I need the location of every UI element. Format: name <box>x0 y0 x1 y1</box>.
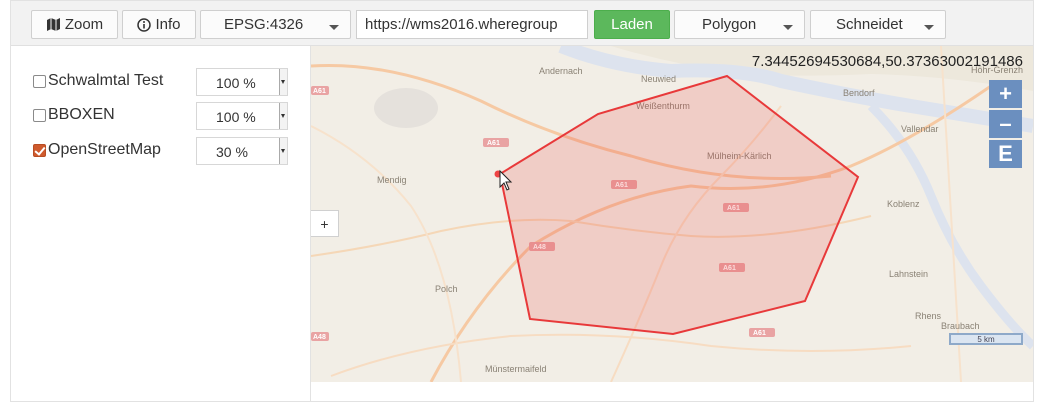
geometry-value: Polygon <box>702 16 757 33</box>
zoom-out-label: – <box>999 111 1012 136</box>
map-place-label: Bendorf <box>843 88 875 98</box>
info-button[interactable]: Info <box>122 10 196 39</box>
crs-select[interactable]: EPSG:4326 <box>200 10 351 39</box>
map-place-label: Andernach <box>539 66 583 76</box>
layer-name: OpenStreetMap <box>48 141 161 158</box>
scale-bar: 5 km <box>949 333 1023 345</box>
layer-name: BBOXEN <box>48 106 115 123</box>
map-view[interactable]: A61 A61 A61 A61 A48 A61 A61 A48 Andernac… <box>311 46 1033 382</box>
geometry-select[interactable]: Polygon <box>674 10 805 39</box>
opacity-stepper[interactable]: 100 % <box>196 102 288 130</box>
opacity-stepper[interactable]: 30 % <box>196 137 288 165</box>
chevron-down-icon <box>329 25 339 30</box>
map-place-label: Braubach <box>941 321 980 331</box>
opacity-value: 100 % <box>216 109 256 125</box>
layer-checkbox[interactable] <box>33 75 46 88</box>
map-road-label: A61 <box>753 330 766 337</box>
zoom-in-button[interactable]: + <box>989 80 1022 108</box>
map-icon <box>46 18 60 31</box>
map-place-label: Rhens <box>915 311 942 321</box>
chevron-down-icon <box>783 25 793 30</box>
stepper-arrows[interactable] <box>279 103 287 129</box>
stepper-arrows[interactable] <box>279 138 287 164</box>
map-place-label: Lahnstein <box>889 269 928 279</box>
map-place-label: Neuwied <box>641 74 676 84</box>
zoom-extent-button[interactable]: E <box>989 140 1022 168</box>
chevron-down-icon <box>924 25 934 30</box>
wms-url-value: https://wms2016.wheregroup <box>365 16 558 33</box>
map-road-label: A61 <box>313 88 326 95</box>
load-button[interactable]: Laden <box>594 10 670 39</box>
opacity-value: 100 % <box>216 75 256 91</box>
map-road-label: A61 <box>487 140 500 147</box>
zoom-extent-label: E <box>998 141 1013 166</box>
opacity-stepper[interactable]: 100 % <box>196 68 288 96</box>
map-canvas: A61 A61 A61 A61 A48 A61 A61 A48 Andernac… <box>311 46 1033 382</box>
map-place-label: Münstermaifeld <box>485 364 547 374</box>
layer-item: Schwalmtal Test 100 % <box>33 68 303 98</box>
wms-url-input[interactable]: https://wms2016.wheregroup <box>356 10 588 39</box>
operation-select[interactable]: Schneidet <box>810 10 946 39</box>
toolbar: Zoom Info EPSG:4326 https://wms2016.wher… <box>11 1 1033 46</box>
app-window: Zoom Info EPSG:4326 https://wms2016.wher… <box>10 0 1034 402</box>
map-place-label: Koblenz <box>887 199 920 209</box>
layer-checkbox[interactable] <box>33 109 46 122</box>
zoom-button[interactable]: Zoom <box>31 10 118 39</box>
load-label: Laden <box>611 16 653 33</box>
opacity-value: 30 % <box>216 144 248 160</box>
coordinate-readout: 7.34452694530684,50.37363002191486 <box>751 53 1023 70</box>
layer-item: OpenStreetMap 30 % <box>33 137 303 167</box>
map-place-label: Polch <box>435 284 458 294</box>
layer-name: Schwalmtal Test <box>48 72 164 89</box>
layer-panel: Schwalmtal Test 100 % BBOXEN 100 % OpenS… <box>11 46 311 401</box>
zoom-out-button[interactable]: – <box>989 110 1022 138</box>
map-place-label: Mendig <box>377 175 407 185</box>
zoom-label: Zoom <box>64 16 104 33</box>
layer-item: BBOXEN 100 % <box>33 102 303 132</box>
info-icon <box>137 17 152 32</box>
operation-value: Schneidet <box>836 16 903 33</box>
map-place-label: Vallendar <box>901 124 938 134</box>
info-label: Info <box>155 16 181 33</box>
layer-checkbox-checked[interactable] <box>33 144 46 157</box>
map-road-label: A48 <box>313 334 326 341</box>
scale-label: 5 km <box>977 335 995 344</box>
expand-panel-button[interactable]: + <box>311 210 339 237</box>
stepper-arrows[interactable] <box>279 69 287 95</box>
expand-label: + <box>320 215 329 232</box>
zoom-in-label: + <box>999 81 1012 106</box>
crs-value: EPSG:4326 <box>224 16 304 33</box>
